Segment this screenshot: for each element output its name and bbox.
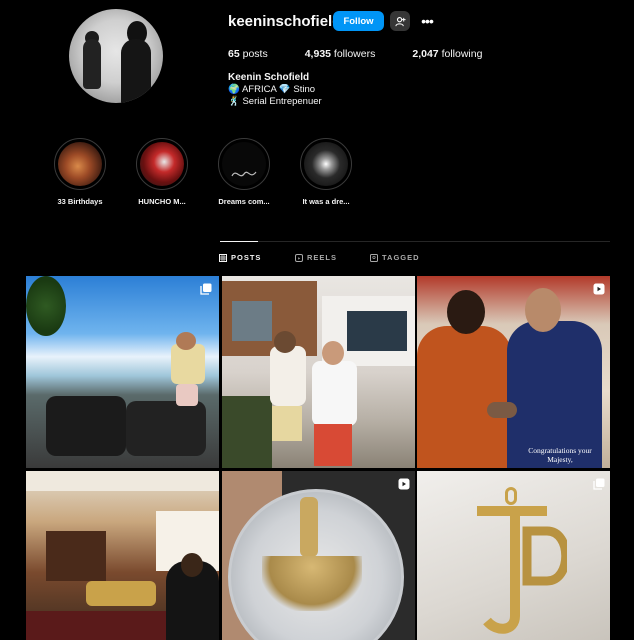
grid-icon: [219, 253, 227, 262]
bio-line: 🕺 Serial Entrepenuer: [228, 96, 322, 107]
post-thumbnail[interactable]: Congratulations your Majesty,: [417, 276, 610, 468]
reel-icon: [593, 282, 605, 300]
reels-icon: [295, 253, 303, 262]
bio-line: 🌍 AFRICA 💎 Stino: [228, 84, 316, 95]
carousel-icon: [593, 477, 605, 495]
following-stat[interactable]: 2,047 following: [412, 48, 482, 60]
more-options-icon[interactable]: •••: [418, 11, 436, 31]
profile-avatar[interactable]: [69, 9, 163, 103]
tab-tagged[interactable]: TAGGED: [370, 253, 420, 262]
post-thumbnail[interactable]: [222, 276, 415, 468]
highlight-label: Dreams com...: [218, 197, 270, 206]
highlight-label: 33 Birthdays: [57, 197, 103, 206]
followers-stat[interactable]: 4,935 followers: [305, 48, 376, 60]
tab-reels[interactable]: REELS: [295, 253, 337, 262]
highlight-label: HUNCHO M...: [138, 197, 186, 206]
post-thumbnail[interactable]: [222, 471, 415, 640]
tab-posts[interactable]: POSTS: [219, 253, 261, 262]
posts-stat: 65 posts: [228, 48, 268, 60]
highlight-item[interactable]: [300, 138, 352, 190]
highlight-item[interactable]: [54, 138, 106, 190]
profile-full-name: Keenin Schofield: [228, 72, 310, 83]
tabs-divider: [220, 241, 610, 242]
signature-photo-icon: [222, 142, 266, 186]
active-tab-indicator: [220, 241, 258, 242]
profile-stats: 65 posts 4,935 followers 2,047 following: [228, 48, 519, 60]
add-user-icon: [394, 16, 406, 26]
highlight-item[interactable]: [218, 138, 270, 190]
follow-button[interactable]: Follow: [333, 11, 384, 31]
highlight-label: It was a dre...: [302, 197, 350, 206]
highlight-item[interactable]: [136, 138, 188, 190]
jp-pendant-graphic: [477, 506, 567, 634]
suggest-user-button[interactable]: [390, 11, 410, 31]
profile-username: keeninschofield: [228, 13, 342, 30]
post-thumbnail[interactable]: [26, 276, 219, 468]
post-thumbnail[interactable]: [26, 471, 219, 640]
post-caption-overlay: Congratulations your Majesty,: [528, 446, 592, 464]
carousel-icon: [200, 282, 212, 300]
logo-photo-icon: [140, 142, 184, 186]
car-photo-icon: [304, 142, 348, 186]
cake-photo-icon: [58, 142, 102, 186]
reel-icon: [398, 477, 410, 495]
tag-icon: [370, 253, 378, 262]
post-thumbnail[interactable]: [417, 471, 610, 640]
